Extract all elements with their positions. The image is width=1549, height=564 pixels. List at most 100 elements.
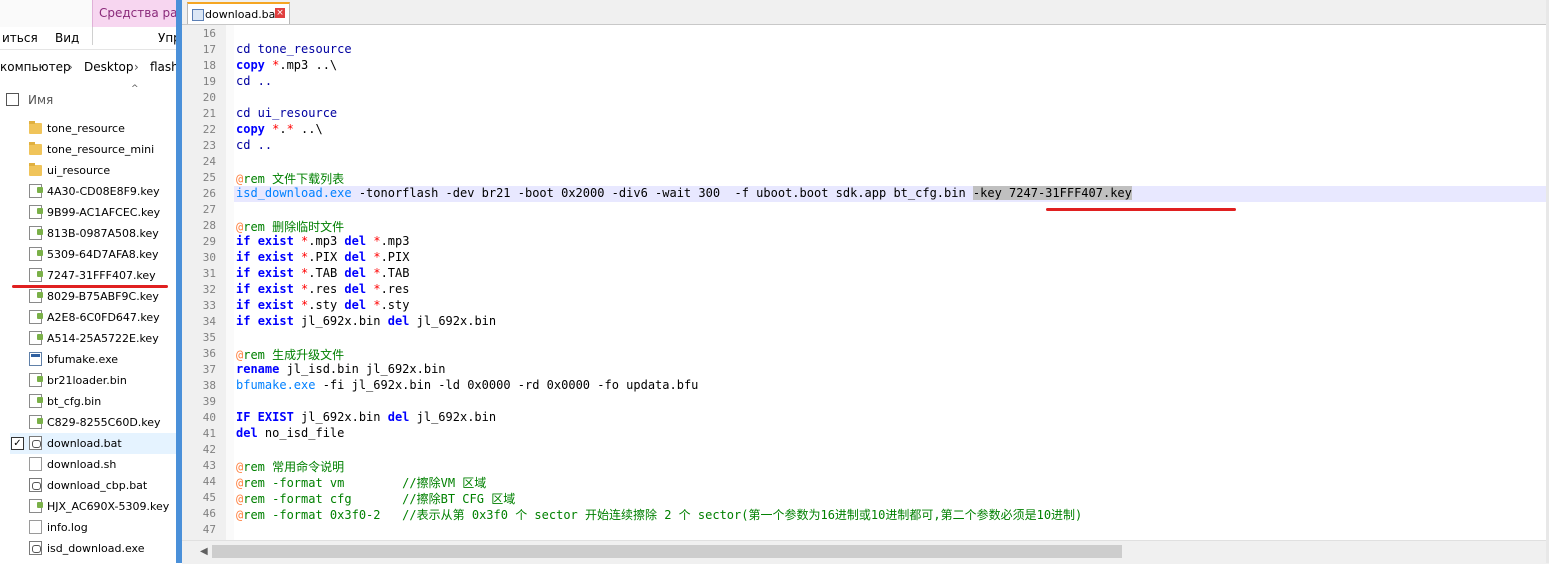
ribbon-tab-share[interactable]: иться	[2, 31, 38, 45]
code-line: @rem 删除临时文件	[236, 218, 344, 235]
list-item[interactable]: tone_resource	[10, 118, 176, 139]
ribbon-separator	[92, 27, 93, 45]
list-item[interactable]: C829-8255C60D.key	[10, 412, 176, 433]
line-number: 35	[202, 331, 216, 344]
file-icon	[192, 9, 204, 21]
scrollbar-thumb[interactable]	[212, 545, 1122, 558]
code-comment: rem 生成升级文件	[243, 348, 345, 362]
file-name: br21loader.bin	[47, 374, 127, 387]
column-name-label[interactable]: Имя	[28, 93, 53, 107]
line-number: 39	[202, 395, 216, 408]
list-item[interactable]: tone_resource_mini	[10, 139, 176, 160]
list-item[interactable]: 813B-0987A508.key	[10, 223, 176, 244]
horizontal-scrollbar[interactable]: ◀	[182, 540, 1549, 564]
code-keyword: del	[236, 426, 258, 440]
batch-file-icon	[29, 436, 42, 450]
code-comment: rem -format cfg //擦除BT CFG 区域	[243, 492, 516, 506]
file-name: A2E8-6C0FD647.key	[47, 311, 160, 324]
annotation-underline	[12, 285, 168, 288]
code-line: copy *.* ..\	[236, 122, 323, 136]
executable-icon	[29, 541, 42, 555]
file-name: download.sh	[47, 458, 117, 471]
ribbon-context-tab[interactable]: Средства рабо	[92, 0, 176, 27]
ribbon-top-area	[0, 0, 92, 27]
list-item[interactable]: br21loader.bin	[10, 370, 176, 391]
annotation-underline	[1046, 208, 1236, 211]
list-item-selected[interactable]: ✓ download.bat	[10, 433, 176, 454]
code-keyword: del	[387, 314, 410, 328]
line-number: 17	[202, 43, 216, 56]
code-keyword: exist	[257, 234, 294, 248]
breadcrumb-item-flash[interactable]: flash	[150, 60, 176, 74]
code-line: IF EXIST jl_692x.bin del jl_692x.bin	[236, 410, 496, 424]
code-line: @rem -format cfg //擦除BT CFG 区域	[236, 490, 515, 507]
file-name: tone_resource_mini	[47, 143, 155, 156]
column-header[interactable]: Имя	[0, 86, 176, 112]
code-keyword: del	[344, 234, 367, 248]
code-keyword: if	[236, 314, 251, 328]
tab-download-bat[interactable]: download.bat ×	[187, 2, 290, 24]
list-item[interactable]: info.log	[10, 517, 176, 538]
key-file-icon	[29, 247, 43, 261]
code-comment: rem -format vm //擦除VM 区域	[243, 476, 487, 490]
file-explorer-pane: Средства рабо иться Вид Упр компьютер › …	[0, 0, 176, 563]
code-line: copy *.mp3 ..\	[236, 58, 337, 72]
editor-tab-bar: download.bat ×	[182, 0, 1549, 25]
code-line: cd ..	[236, 138, 272, 152]
list-item[interactable]: 7247-31FFF407.key	[10, 265, 176, 286]
key-file-icon	[29, 310, 43, 324]
list-item[interactable]: ui_resource	[10, 160, 176, 181]
file-name: info.log	[47, 521, 88, 534]
code-editor[interactable]	[234, 25, 1549, 540]
line-number: 22	[202, 123, 216, 136]
list-item[interactable]: 4A30-CD08E8F9.key	[10, 181, 176, 202]
list-item[interactable]: 9B99-AC1AFCEC.key	[10, 202, 176, 223]
list-item[interactable]: bt_cfg.bin	[10, 391, 176, 412]
select-all-checkbox[interactable]	[6, 93, 19, 106]
line-number: 45	[202, 491, 216, 504]
line-number: 44	[202, 475, 216, 488]
line-number: 34	[202, 315, 216, 328]
code-keyword: del	[387, 410, 410, 424]
code-text: .res	[308, 282, 338, 296]
list-item[interactable]: download.sh	[10, 454, 176, 475]
line-number: 43	[202, 459, 216, 472]
list-item[interactable]: A514-25A5722E.key	[10, 328, 176, 349]
file-name: 4A30-CD08E8F9.key	[47, 185, 160, 198]
line-number: 30	[202, 251, 216, 264]
file-name: bfumake.exe	[47, 353, 119, 366]
code-keyword: IF EXIST	[236, 410, 294, 424]
list-item[interactable]: A2E8-6C0FD647.key	[10, 307, 176, 328]
ribbon-tab-manage[interactable]: Упр	[158, 31, 176, 45]
list-item[interactable]: bfumake.exe	[10, 349, 176, 370]
code-text: cd ui_resource	[236, 106, 338, 120]
breadcrumb-item-computer[interactable]: компьютер	[0, 60, 71, 74]
code-line: rename jl_isd.bin jl_692x.bin	[236, 362, 446, 376]
line-number: 32	[202, 283, 216, 296]
close-icon[interactable]: ×	[275, 8, 285, 18]
list-item[interactable]: download_cbp.bat	[10, 475, 176, 496]
line-number: 37	[202, 363, 216, 376]
code-comment: rem -format 0x3f0-2 //表示从第 0x3f0 个 secto…	[243, 508, 1083, 522]
file-name: A514-25A5722E.key	[47, 332, 159, 345]
line-number: 20	[202, 91, 216, 104]
code-line: isd_download.exe -tonorflash -dev br21 -…	[236, 186, 1132, 200]
line-number: 21	[202, 107, 216, 120]
ribbon-tab-view[interactable]: Вид	[55, 31, 79, 45]
list-item[interactable]: 8029-B75ABF9C.key	[10, 286, 176, 307]
checkmark-icon[interactable]: ✓	[11, 437, 24, 450]
list-item[interactable]: 5309-64D7AFA8.key	[10, 244, 176, 265]
line-number: 33	[202, 299, 216, 312]
key-file-icon	[29, 289, 43, 303]
breadcrumb-item-desktop[interactable]: Desktop	[84, 60, 134, 74]
sort-ascending-icon: ^	[131, 84, 139, 94]
code-keyword: exist	[257, 314, 294, 328]
code-line: @rem 常用命令说明	[236, 458, 344, 475]
breadcrumb[interactable]: компьютер › Desktop › flash	[0, 56, 176, 78]
scroll-left-icon[interactable]: ◀	[200, 546, 208, 557]
folder-icon	[29, 121, 42, 134]
list-item[interactable]: HJX_AC690X-5309.key	[10, 496, 176, 517]
code-executable: bfumake.exe	[236, 378, 316, 392]
key-file-icon	[29, 415, 43, 429]
list-item[interactable]: isd_download.exe	[10, 538, 176, 559]
